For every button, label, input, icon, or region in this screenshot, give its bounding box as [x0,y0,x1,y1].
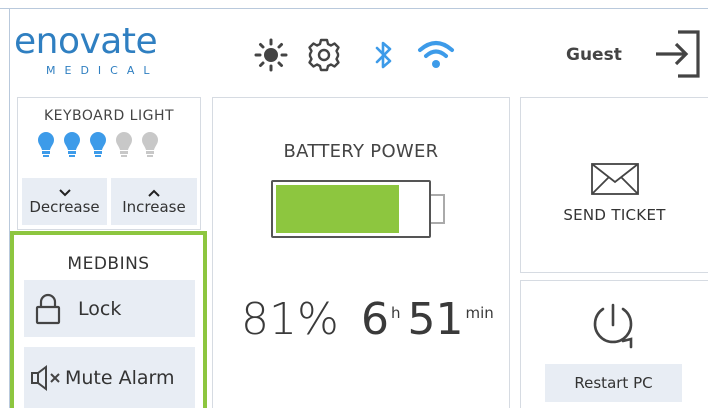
battery-hours: 6 [361,294,389,345]
settings-icon[interactable] [306,37,342,77]
bulb-on-icon [88,130,108,164]
restart-panel: Restart PC [520,280,708,408]
bulb-on-icon [62,130,82,164]
battery-percent: 81% [241,294,339,345]
logout-icon[interactable] [652,26,702,86]
user-label: Guest [566,45,622,65]
mute-alarm-button[interactable]: Mute Alarm [24,347,195,408]
keyboard-light-title: KEYBOARD LIGHT [43,108,175,124]
decrease-label: Decrease [29,197,100,216]
envelope-icon [591,163,639,195]
lock-button[interactable]: Lock [24,280,195,337]
bulb-off-icon [114,130,134,164]
send-ticket-label: SEND TICKET [563,206,666,224]
battery-minutes: 51 [407,294,464,345]
wifi-icon[interactable] [416,38,456,74]
battery-title: BATTERY POWER [283,141,439,162]
speaker-mute-icon [31,364,60,391]
restart-pc-button[interactable]: Restart PC [545,364,682,402]
power-restart-icon [593,303,633,349]
chevron-up-icon [148,189,160,197]
battery-time-remaining: 6 h 51 min [361,294,497,345]
increase-button[interactable]: Increase [111,178,197,225]
frame-top-border [0,8,708,9]
bluetooth-icon[interactable] [374,40,394,74]
medbins-title: MEDBINS [67,254,150,274]
lock-icon [35,293,61,324]
medbins-panel: MEDBINS Lock Mute Alarm [10,231,207,408]
logo-word: enovate [14,21,158,62]
bulb-on-icon [36,130,56,164]
hours-unit: h [391,304,401,322]
logo-subtitle: MEDICAL [46,64,159,77]
restart-pc-label: Restart PC [574,374,653,392]
brightness-icon[interactable] [254,38,288,76]
keyboard-light-panel: KEYBOARD LIGHT Decrease Increase [17,97,201,230]
lock-label: Lock [78,297,122,320]
brand-logo: enovate MEDICAL [14,22,174,84]
keyboard-light-level [36,130,160,164]
chevron-down-icon [58,188,71,196]
battery-icon [271,180,431,238]
battery-panel: BATTERY POWER 81% 6 h 51 min [212,97,510,408]
decrease-button[interactable]: Decrease [22,178,107,225]
increase-label: Increase [122,197,186,216]
minutes-unit: min [465,304,494,322]
battery-terminal [431,194,445,224]
bulb-off-icon [140,130,160,164]
battery-level-fill [276,185,400,233]
mute-alarm-label: Mute Alarm [65,366,175,389]
send-ticket-button[interactable]: SEND TICKET [520,97,708,273]
